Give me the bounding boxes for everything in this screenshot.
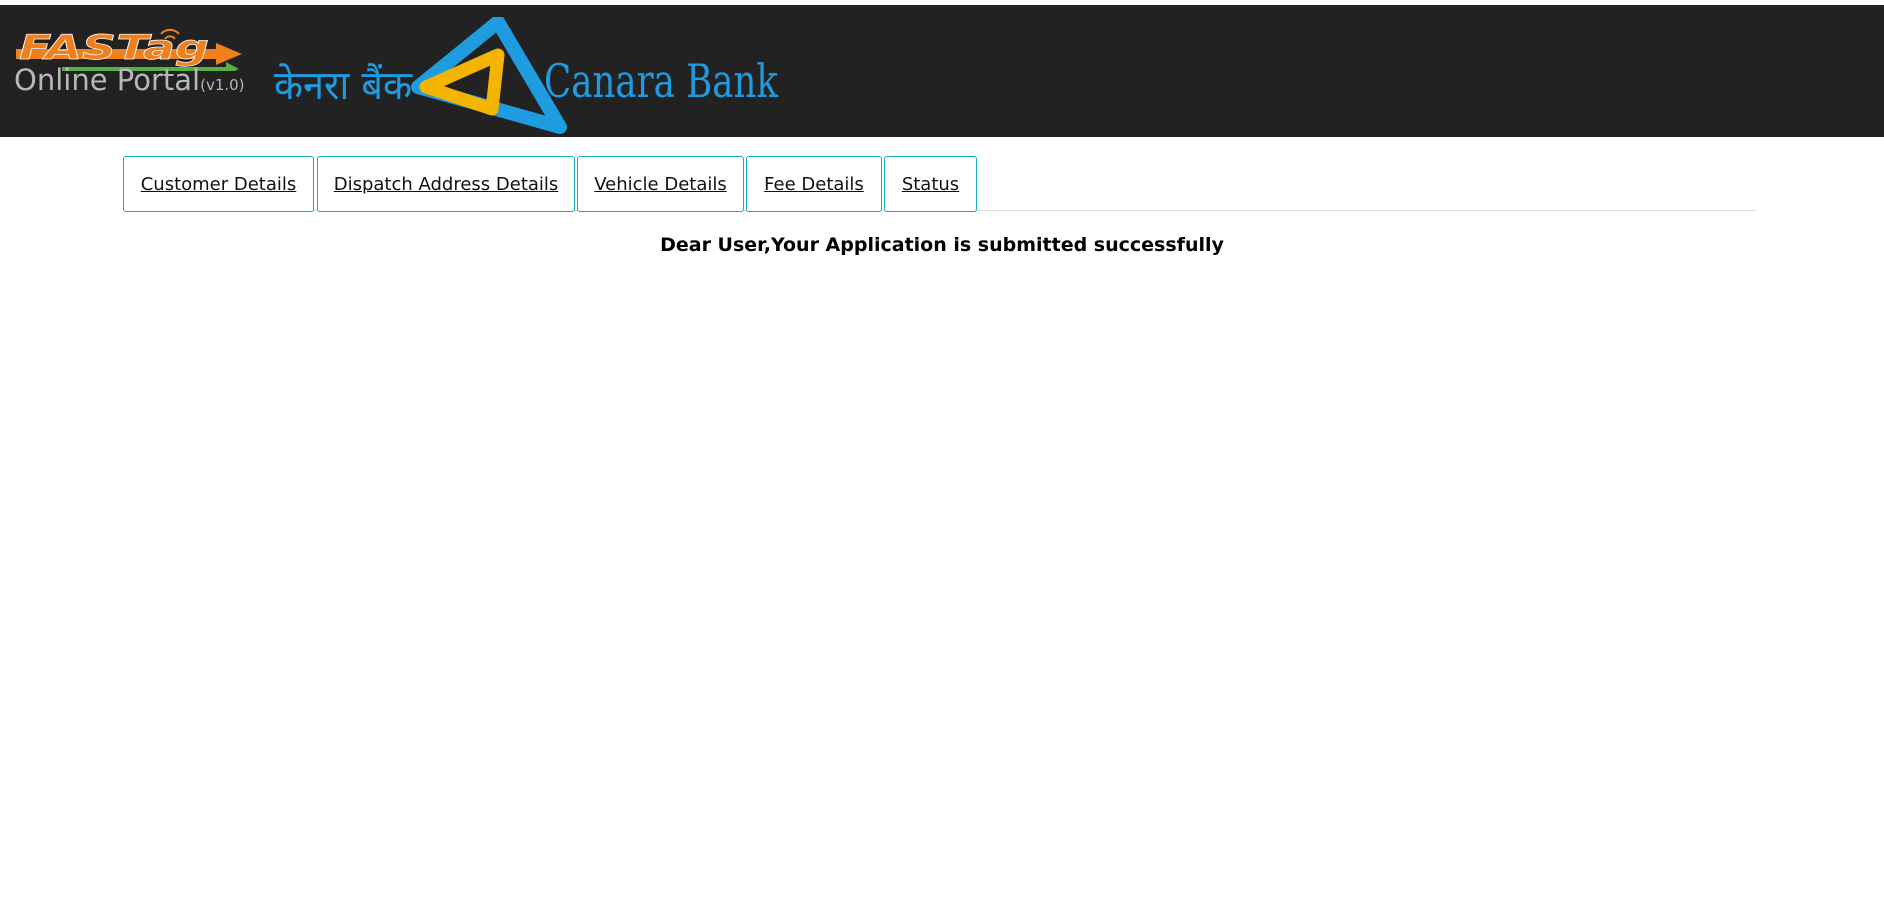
canara-english-text: Canara Bank [544,54,779,108]
tab-dispatch-address-details-label: Dispatch Address Details [333,173,559,195]
tab-fee-details[interactable]: Fee Details [746,156,882,212]
fastag-logo-text: FASTag [19,28,209,68]
application-tabs: Customer Details Dispatch Address Detail… [123,156,1756,212]
submission-success-message: Dear User,Your Application is submitted … [660,234,1224,256]
portal-title: Online Portal(v1.0) [14,63,245,97]
portal-version: (v1.0) [200,76,245,94]
tab-dispatch-address-details[interactable]: Dispatch Address Details [317,156,575,212]
tab-status-label: Status [901,173,960,195]
tab-customer-details-label: Customer Details [140,173,297,195]
portal-title-text: Online Portal [14,63,201,97]
tab-status[interactable]: Status [884,156,977,212]
tab-fee-details-label: Fee Details [764,173,864,195]
canara-hindi-text: केनरा बैंक [274,63,413,109]
tab-vehicle-details-label: Vehicle Details [594,173,727,195]
tab-vehicle-details[interactable]: Vehicle Details [577,156,744,212]
canara-bank-logo: केनरा बैंक Canara Bank [274,17,779,134]
header: FASTag Online Portal(v1.0) केनरा बैंक Ca… [0,5,1884,137]
tab-customer-details[interactable]: Customer Details [123,156,314,212]
